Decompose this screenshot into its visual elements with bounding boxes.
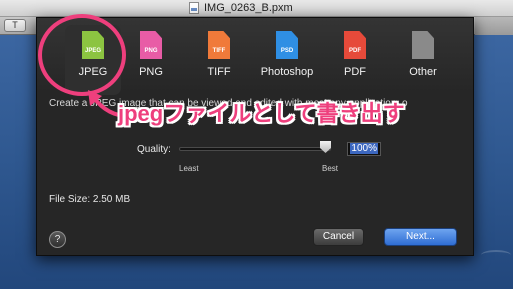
highlight-circle [38,14,126,96]
png-file-icon: PNG [140,31,162,59]
generic-file-icon [412,31,434,59]
format-png[interactable]: PNG PNG [123,25,179,95]
quality-slider-track[interactable] [179,147,331,151]
format-label: Other [409,66,437,78]
format-label: PDF [344,66,366,78]
quality-best-label: Best [322,164,339,173]
document-icon [189,2,199,14]
format-label: PNG [139,66,163,78]
annotation-caption: jpegファイルとして書き出す [118,101,405,126]
quality-least-label: Least [179,164,199,173]
cancel-button[interactable]: Cancel [313,228,364,246]
format-tiff[interactable]: TIFF TIFF [191,25,247,95]
quality-label: Quality: [137,144,171,155]
format-photoshop[interactable]: PSD Photoshop [251,25,323,95]
toolbar-button[interactable]: T [4,19,26,32]
format-label: Photoshop [260,66,314,78]
quality-value-field[interactable]: 100% [347,142,381,156]
format-pdf[interactable]: PDF PDF [327,25,383,95]
help-button[interactable]: ? [49,231,66,248]
next-button[interactable]: Next... [384,228,457,246]
toolbar-right-control [475,17,513,35]
quality-slider-thumb[interactable] [320,141,331,153]
window-title: IMG_0263_B.pxm [204,2,293,14]
tiff-file-icon: TIFF [208,31,230,59]
format-other[interactable]: Other [395,25,451,95]
file-size-label: File Size: 2.50 MB [49,194,131,205]
pdf-file-icon: PDF [344,31,366,59]
background-swirl [481,250,511,260]
psd-file-icon: PSD [276,31,298,59]
format-label: TIFF [207,66,231,78]
